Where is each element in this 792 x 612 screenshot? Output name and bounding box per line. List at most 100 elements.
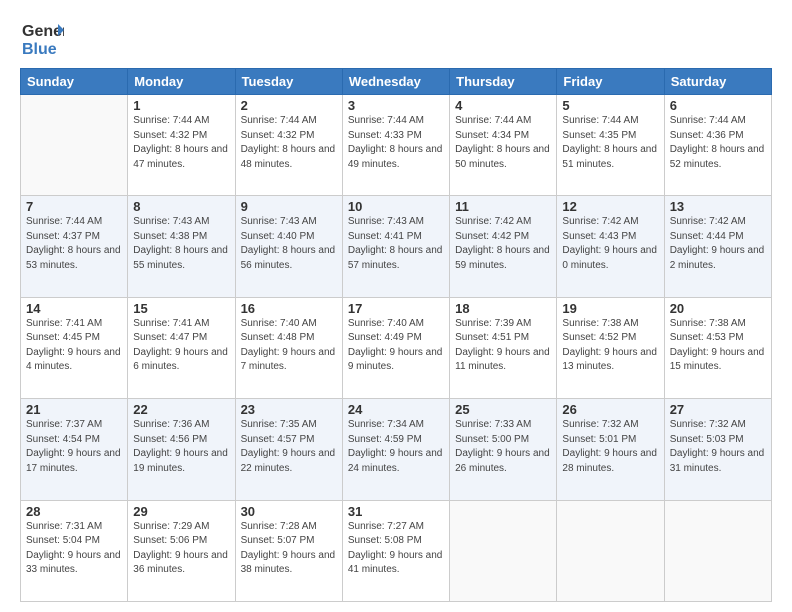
day-info: Sunrise: 7:41 AMSunset: 4:45 PMDaylight:… [26,317,122,375]
day-cell [557,500,664,601]
week-row-5: 28Sunrise: 7:31 AMSunset: 5:04 PMDayligh… [21,500,772,601]
day-cell: 20Sunrise: 7:38 AMSunset: 4:53 PMDayligh… [664,297,771,398]
day-number: 12 [562,199,658,214]
day-info: Sunrise: 7:44 AMSunset: 4:34 PMDaylight:… [455,114,551,172]
day-info: Sunrise: 7:42 AMSunset: 4:42 PMDaylight:… [455,215,551,273]
day-number: 5 [562,98,658,113]
svg-text:Blue: Blue [22,41,57,58]
day-cell: 31Sunrise: 7:27 AMSunset: 5:08 PMDayligh… [342,500,449,601]
day-cell: 18Sunrise: 7:39 AMSunset: 4:51 PMDayligh… [450,297,557,398]
day-cell: 30Sunrise: 7:28 AMSunset: 5:07 PMDayligh… [235,500,342,601]
day-info: Sunrise: 7:36 AMSunset: 4:56 PMDaylight:… [133,418,229,476]
day-info: Sunrise: 7:27 AMSunset: 5:08 PMDaylight:… [348,520,444,578]
day-number: 30 [241,504,337,519]
day-cell: 8Sunrise: 7:43 AMSunset: 4:38 PMDaylight… [128,196,235,297]
day-number: 4 [455,98,551,113]
day-cell: 7Sunrise: 7:44 AMSunset: 4:37 PMDaylight… [21,196,128,297]
day-number: 21 [26,402,122,417]
day-number: 28 [26,504,122,519]
day-info: Sunrise: 7:44 AMSunset: 4:32 PMDaylight:… [133,114,229,172]
day-number: 11 [455,199,551,214]
weekday-friday: Friday [557,69,664,95]
day-info: Sunrise: 7:33 AMSunset: 5:00 PMDaylight:… [455,418,551,476]
day-info: Sunrise: 7:28 AMSunset: 5:07 PMDaylight:… [241,520,337,578]
day-number: 3 [348,98,444,113]
day-cell: 23Sunrise: 7:35 AMSunset: 4:57 PMDayligh… [235,399,342,500]
day-cell: 2Sunrise: 7:44 AMSunset: 4:32 PMDaylight… [235,95,342,196]
logo-icon: General Blue [20,16,64,60]
day-number: 6 [670,98,766,113]
day-cell: 3Sunrise: 7:44 AMSunset: 4:33 PMDaylight… [342,95,449,196]
svg-text:General: General [22,23,64,40]
day-info: Sunrise: 7:43 AMSunset: 4:41 PMDaylight:… [348,215,444,273]
day-cell: 11Sunrise: 7:42 AMSunset: 4:42 PMDayligh… [450,196,557,297]
day-info: Sunrise: 7:44 AMSunset: 4:35 PMDaylight:… [562,114,658,172]
day-cell: 19Sunrise: 7:38 AMSunset: 4:52 PMDayligh… [557,297,664,398]
day-info: Sunrise: 7:42 AMSunset: 4:43 PMDaylight:… [562,215,658,273]
day-cell: 6Sunrise: 7:44 AMSunset: 4:36 PMDaylight… [664,95,771,196]
day-cell: 14Sunrise: 7:41 AMSunset: 4:45 PMDayligh… [21,297,128,398]
header: General Blue [20,16,772,60]
day-cell [664,500,771,601]
day-number: 24 [348,402,444,417]
day-number: 29 [133,504,229,519]
day-number: 14 [26,301,122,316]
day-number: 10 [348,199,444,214]
day-info: Sunrise: 7:39 AMSunset: 4:51 PMDaylight:… [455,317,551,375]
day-number: 31 [348,504,444,519]
day-cell: 28Sunrise: 7:31 AMSunset: 5:04 PMDayligh… [21,500,128,601]
weekday-thursday: Thursday [450,69,557,95]
calendar-table: SundayMondayTuesdayWednesdayThursdayFrid… [20,68,772,602]
day-number: 9 [241,199,337,214]
day-number: 19 [562,301,658,316]
week-row-3: 14Sunrise: 7:41 AMSunset: 4:45 PMDayligh… [21,297,772,398]
day-number: 2 [241,98,337,113]
day-cell: 1Sunrise: 7:44 AMSunset: 4:32 PMDaylight… [128,95,235,196]
day-cell: 12Sunrise: 7:42 AMSunset: 4:43 PMDayligh… [557,196,664,297]
day-cell: 4Sunrise: 7:44 AMSunset: 4:34 PMDaylight… [450,95,557,196]
day-info: Sunrise: 7:41 AMSunset: 4:47 PMDaylight:… [133,317,229,375]
day-number: 26 [562,402,658,417]
day-cell: 26Sunrise: 7:32 AMSunset: 5:01 PMDayligh… [557,399,664,500]
day-info: Sunrise: 7:43 AMSunset: 4:40 PMDaylight:… [241,215,337,273]
day-info: Sunrise: 7:38 AMSunset: 4:53 PMDaylight:… [670,317,766,375]
day-info: Sunrise: 7:42 AMSunset: 4:44 PMDaylight:… [670,215,766,273]
day-number: 23 [241,402,337,417]
day-number: 20 [670,301,766,316]
day-cell: 21Sunrise: 7:37 AMSunset: 4:54 PMDayligh… [21,399,128,500]
day-number: 1 [133,98,229,113]
day-cell: 24Sunrise: 7:34 AMSunset: 4:59 PMDayligh… [342,399,449,500]
page: General Blue SundayMondayTuesdayWednesda… [0,0,792,612]
day-info: Sunrise: 7:43 AMSunset: 4:38 PMDaylight:… [133,215,229,273]
day-cell: 17Sunrise: 7:40 AMSunset: 4:49 PMDayligh… [342,297,449,398]
day-info: Sunrise: 7:35 AMSunset: 4:57 PMDaylight:… [241,418,337,476]
day-info: Sunrise: 7:38 AMSunset: 4:52 PMDaylight:… [562,317,658,375]
week-row-4: 21Sunrise: 7:37 AMSunset: 4:54 PMDayligh… [21,399,772,500]
week-row-2: 7Sunrise: 7:44 AMSunset: 4:37 PMDaylight… [21,196,772,297]
day-cell: 22Sunrise: 7:36 AMSunset: 4:56 PMDayligh… [128,399,235,500]
day-info: Sunrise: 7:31 AMSunset: 5:04 PMDaylight:… [26,520,122,578]
day-number: 7 [26,199,122,214]
day-cell: 29Sunrise: 7:29 AMSunset: 5:06 PMDayligh… [128,500,235,601]
day-cell [21,95,128,196]
day-info: Sunrise: 7:44 AMSunset: 4:36 PMDaylight:… [670,114,766,172]
day-number: 13 [670,199,766,214]
day-info: Sunrise: 7:40 AMSunset: 4:49 PMDaylight:… [348,317,444,375]
weekday-tuesday: Tuesday [235,69,342,95]
day-info: Sunrise: 7:32 AMSunset: 5:03 PMDaylight:… [670,418,766,476]
weekday-header-row: SundayMondayTuesdayWednesdayThursdayFrid… [21,69,772,95]
day-number: 16 [241,301,337,316]
weekday-monday: Monday [128,69,235,95]
day-info: Sunrise: 7:34 AMSunset: 4:59 PMDaylight:… [348,418,444,476]
weekday-sunday: Sunday [21,69,128,95]
day-info: Sunrise: 7:37 AMSunset: 4:54 PMDaylight:… [26,418,122,476]
day-cell: 15Sunrise: 7:41 AMSunset: 4:47 PMDayligh… [128,297,235,398]
day-cell: 25Sunrise: 7:33 AMSunset: 5:00 PMDayligh… [450,399,557,500]
day-cell: 16Sunrise: 7:40 AMSunset: 4:48 PMDayligh… [235,297,342,398]
day-info: Sunrise: 7:44 AMSunset: 4:32 PMDaylight:… [241,114,337,172]
day-number: 25 [455,402,551,417]
day-info: Sunrise: 7:40 AMSunset: 4:48 PMDaylight:… [241,317,337,375]
day-info: Sunrise: 7:29 AMSunset: 5:06 PMDaylight:… [133,520,229,578]
week-row-1: 1Sunrise: 7:44 AMSunset: 4:32 PMDaylight… [21,95,772,196]
day-info: Sunrise: 7:32 AMSunset: 5:01 PMDaylight:… [562,418,658,476]
